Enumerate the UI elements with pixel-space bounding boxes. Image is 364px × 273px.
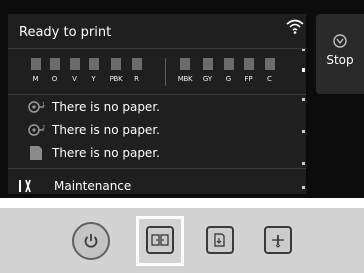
page-dot <box>302 130 305 133</box>
ink-tank-cyan: C <box>262 58 277 84</box>
power-icon <box>84 234 98 248</box>
ink-tank-violet: V <box>67 58 82 84</box>
touch-screen: Ready to print M O V Y PBK R MBK GY G FP… <box>0 0 364 198</box>
ink-label: R <box>134 75 139 83</box>
ink-levels[interactable]: M O V Y PBK R MBK GY G FP C <box>8 50 306 94</box>
svg-text:1: 1 <box>42 102 45 108</box>
maintenance-label: Maintenance <box>54 179 132 193</box>
ink-label: MBK <box>177 75 193 83</box>
ink-tank-yellow: Y <box>86 58 101 84</box>
page-dot <box>302 162 305 165</box>
ink-tank-matte-black: MBK <box>175 58 195 84</box>
paper-status-text: There is no paper. <box>52 146 160 160</box>
ink-group-separator <box>165 58 166 86</box>
page-dot <box>302 186 305 189</box>
ink-tank-icon <box>111 58 121 70</box>
cut-paper-button[interactable] <box>206 226 234 254</box>
sheet-icon <box>30 146 42 160</box>
divider <box>8 168 306 169</box>
stop-icon <box>333 34 347 48</box>
paper-status-text: There is no paper. <box>52 100 160 114</box>
ink-tank-icon <box>69 58 80 70</box>
ink-tank-orange: O <box>47 58 62 84</box>
ink-tank-red: R <box>129 58 144 84</box>
ink-tank-icon <box>30 58 41 70</box>
ink-tank-icon <box>180 58 190 70</box>
load-paper-button[interactable] <box>264 226 292 254</box>
panel-gap <box>0 198 364 208</box>
ink-tank-chroma-optimizer: FP <box>241 58 256 84</box>
roll-1-icon: 1 <box>28 101 45 113</box>
ink-label: FP <box>244 75 253 83</box>
ink-tank-magenta: M <box>28 58 43 84</box>
load-paper-icon <box>272 235 284 248</box>
ink-label: GY <box>202 75 213 83</box>
roll-2-icon: 2 <box>28 124 45 136</box>
ink-tank-icon <box>223 58 234 70</box>
maintenance-icon <box>19 179 31 193</box>
status-title: Ready to print <box>19 25 112 40</box>
ink-tank-green: G <box>221 58 236 84</box>
ink-label: C <box>267 75 272 83</box>
power-button[interactable] <box>72 222 110 260</box>
divider <box>8 94 306 95</box>
ink-tank-gray: GY <box>200 58 215 84</box>
ink-tank-icon <box>49 58 60 70</box>
ink-label: Y <box>91 75 96 83</box>
stop-label: Stop <box>326 53 354 67</box>
feed-paper-button[interactable] <box>146 226 174 254</box>
ink-label: M <box>32 75 39 83</box>
wifi-icon <box>286 19 304 34</box>
feed-paper-icon <box>151 234 169 246</box>
divider <box>8 48 306 49</box>
ink-tank-icon <box>88 58 99 70</box>
ink-tank-icon <box>243 58 254 70</box>
cut-paper-icon <box>214 233 225 247</box>
page-dot <box>302 98 305 101</box>
ink-label: O <box>51 75 58 83</box>
ink-label: V <box>72 75 77 83</box>
ink-tank-icon <box>202 58 213 70</box>
svg-text:2: 2 <box>42 125 45 131</box>
stop-button[interactable]: Stop <box>316 14 364 94</box>
ink-tank-photo-black: PBK <box>106 58 126 84</box>
paper-status-text: There is no paper. <box>52 123 160 137</box>
ink-label: PBK <box>109 75 123 83</box>
ink-tank-icon <box>264 58 275 70</box>
ink-tank-icon <box>131 58 142 70</box>
ink-label: G <box>225 75 232 83</box>
